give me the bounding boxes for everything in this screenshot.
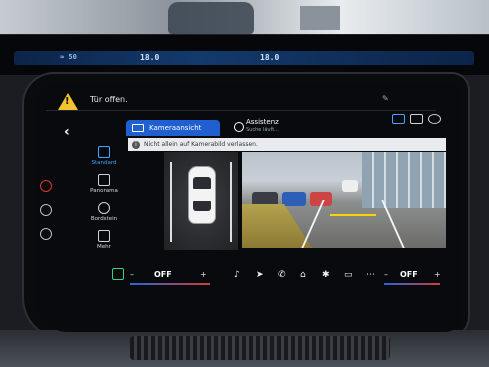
tab-assist[interactable]: Assistenz Suche läuft... — [234, 118, 304, 136]
tab-assist-sub: Suche läuft... — [246, 127, 279, 133]
camera-top-view[interactable] — [164, 152, 238, 250]
cluster-strip — [14, 51, 474, 65]
cluster-readout: 18.0 — [140, 53, 160, 62]
temp-plus-button[interactable]: + — [200, 270, 207, 279]
guide-line-yellow — [330, 214, 376, 216]
ground-marking — [170, 162, 172, 242]
vehicle-top-icon — [188, 166, 216, 224]
parked-car — [252, 192, 278, 206]
view-item-standard[interactable]: Standard — [80, 146, 128, 166]
view-item-label: Panorama — [90, 188, 118, 194]
panorama-view-icon — [98, 174, 110, 186]
info-icon: i — [132, 140, 140, 149]
background-building — [300, 6, 340, 30]
temp-plus-button[interactable]: + — [434, 270, 441, 279]
temp-slider[interactable] — [130, 283, 210, 285]
camera-rear-view[interactable] — [242, 152, 446, 248]
right-temperature[interactable]: – OFF + — [384, 268, 446, 285]
climate-bar: – OFF + ♪ ➤ ✆ ⌂ ✱ ▭ ⋯ – OFF + — [94, 266, 446, 286]
warning-icon — [58, 93, 78, 110]
view-menu: Standard Panorama Bordstein Mehr — [80, 146, 128, 276]
view-item-curb[interactable]: Bordstein — [80, 202, 128, 222]
guide-line-left — [301, 200, 325, 248]
camera-icon — [132, 124, 144, 132]
tab-camera-label: Kameraansicht — [149, 124, 202, 132]
tab-camera-view[interactable]: Kameraansicht — [126, 120, 220, 136]
parked-van — [342, 180, 358, 192]
left-temperature[interactable]: – OFF + — [130, 268, 214, 285]
more-view-icon — [98, 230, 110, 242]
fan-icon[interactable]: ✱ — [322, 270, 330, 280]
instrument-cluster: ≈ 50 18.0 18.0 — [0, 34, 489, 75]
assist-icon — [234, 122, 244, 132]
right-temp-value: OFF — [400, 270, 418, 279]
cluster-readout: ≈ 50 — [60, 53, 77, 61]
info-text: Nicht allein auf Kamerabild verlassen. — [144, 141, 258, 148]
back-chevron-icon[interactable]: ‹ — [64, 124, 70, 140]
temp-minus-button[interactable]: – — [384, 270, 388, 279]
view-item-more[interactable]: Mehr — [80, 230, 128, 250]
left-temp-value: OFF — [154, 270, 172, 279]
edit-icon[interactable]: ✎ — [382, 94, 389, 103]
camera-building — [362, 152, 446, 208]
view-item-label: Standard — [91, 160, 117, 166]
standard-view-icon — [98, 146, 110, 158]
cluster-readout: 18.0 — [260, 53, 280, 62]
seat-heating-icon[interactable] — [112, 268, 124, 280]
car-icon[interactable]: ▭ — [344, 270, 353, 280]
view-item-panorama[interactable]: Panorama — [80, 174, 128, 194]
alert-bar[interactable]: Tür offen. ✎ — [46, 88, 436, 111]
parked-car — [282, 192, 306, 206]
apps-icon[interactable]: ⋯ — [366, 270, 375, 280]
music-icon[interactable]: ♪ — [234, 270, 240, 280]
gear-icon[interactable] — [428, 114, 441, 124]
audio-icon[interactable] — [40, 228, 52, 240]
phone-icon[interactable]: ✆ — [278, 270, 286, 280]
ground-marking — [230, 162, 232, 242]
view-toggle-icon[interactable] — [392, 114, 405, 124]
left-side-icons — [40, 180, 56, 250]
temp-minus-button[interactable]: – — [130, 270, 134, 279]
camera-settings-icon[interactable] — [410, 114, 423, 124]
alert-text: Tür offen. — [90, 95, 128, 104]
tab-assist-label: Assistenz — [246, 118, 279, 126]
sensor-icon[interactable] — [40, 204, 52, 216]
info-banner: i Nicht allein auf Kamerabild verlassen. — [128, 138, 446, 151]
curb-view-icon — [98, 202, 110, 214]
view-item-label: Mehr — [97, 244, 111, 250]
door-open-icon[interactable] — [40, 180, 52, 192]
view-item-label: Bordstein — [90, 216, 118, 222]
camera-grass — [242, 204, 312, 248]
car-through-windshield — [168, 2, 254, 34]
temp-slider[interactable] — [384, 283, 440, 285]
air-vent — [130, 336, 390, 360]
top-right-icons — [392, 114, 442, 128]
home-icon[interactable]: ⌂ — [300, 270, 306, 280]
navigation-icon[interactable]: ➤ — [256, 270, 264, 280]
infotainment-screen: Tür offen. ✎ ‹ Kameraansicht Assistenz S… — [34, 84, 460, 332]
